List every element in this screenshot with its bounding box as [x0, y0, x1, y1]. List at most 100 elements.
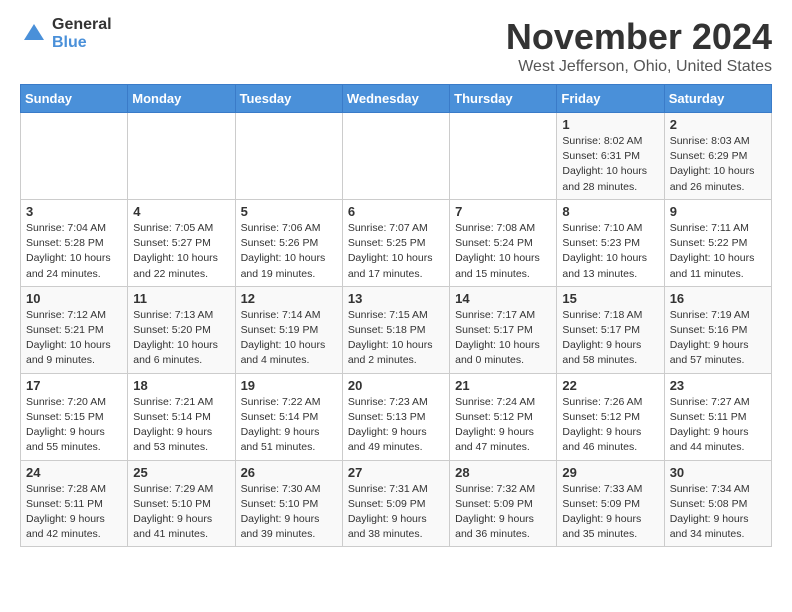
logo-blue-label: Blue	[52, 34, 112, 52]
calendar-cell: 3Sunrise: 7:04 AM Sunset: 5:28 PM Daylig…	[21, 199, 128, 286]
location-title: West Jefferson, Ohio, United States	[506, 58, 772, 76]
day-number: 29	[562, 465, 658, 480]
day-number: 28	[455, 465, 551, 480]
day-info: Sunrise: 7:26 AM Sunset: 5:12 PM Dayligh…	[562, 395, 658, 456]
day-number: 15	[562, 291, 658, 306]
day-header-thursday: Thursday	[450, 85, 557, 113]
day-info: Sunrise: 7:14 AM Sunset: 5:19 PM Dayligh…	[241, 308, 337, 369]
calendar-cell: 8 Sunrise: 7:10 AM Sunset: 5:23 PM Daylig…	[557, 199, 664, 286]
calendar-week-3: 10 Sunrise: 7:12 AM Sunset: 5:21 PM Dayli…	[21, 286, 772, 373]
calendar-cell	[450, 113, 557, 200]
day-number: 9	[670, 204, 766, 219]
calendar-cell: 23Sunrise: 7:27 AM Sunset: 5:11 PM Dayli…	[664, 373, 771, 460]
day-info: Sunrise: 7:33 AM Sunset: 5:09 PM Dayligh…	[562, 482, 658, 543]
day-info: Sunrise: 8:02 AM Sunset: 6:31 PM Dayligh…	[562, 134, 658, 195]
calendar-cell: 12 Sunrise: 7:14 AM Sunset: 5:19 PM Dayli…	[235, 286, 342, 373]
calendar-cell: 6 Sunrise: 7:07 AM Sunset: 5:25 PM Daylig…	[342, 199, 449, 286]
day-number: 17	[26, 378, 122, 393]
day-info: Sunrise: 7:13 AM Sunset: 5:20 PM Dayligh…	[133, 308, 229, 369]
day-info: Sunrise: 7:21 AM Sunset: 5:14 PM Dayligh…	[133, 395, 229, 456]
day-header-wednesday: Wednesday	[342, 85, 449, 113]
day-info: Sunrise: 7:19 AM Sunset: 5:16 PM Dayligh…	[670, 308, 766, 369]
calendar-week-5: 24 Sunrise: 7:28 AM Sunset: 5:11 PM Dayli…	[21, 460, 772, 547]
calendar-cell: 11 Sunrise: 7:13 AM Sunset: 5:20 PM Dayli…	[128, 286, 235, 373]
day-number: 16	[670, 291, 766, 306]
day-info: Sunrise: 7:34 AM Sunset: 5:08 PM Dayligh…	[670, 482, 766, 543]
day-info: Sunrise: 7:23 AM Sunset: 5:13 PM Dayligh…	[348, 395, 444, 456]
day-header-tuesday: Tuesday	[235, 85, 342, 113]
calendar-cell	[235, 113, 342, 200]
calendar-cell: 24 Sunrise: 7:28 AM Sunset: 5:11 PM Dayli…	[21, 460, 128, 547]
calendar-cell: 21 Sunrise: 7:24 AM Sunset: 5:12 PM Dayli…	[450, 373, 557, 460]
day-header-monday: Monday	[128, 85, 235, 113]
calendar-cell: 29 Sunrise: 7:33 AM Sunset: 5:09 PM Dayli…	[557, 460, 664, 547]
calendar-cell: 1 Sunrise: 8:02 AM Sunset: 6:31 PM Daylig…	[557, 113, 664, 200]
calendar-cell: 22 Sunrise: 7:26 AM Sunset: 5:12 PM Dayli…	[557, 373, 664, 460]
day-number: 19	[241, 378, 337, 393]
day-number: 26	[241, 465, 337, 480]
calendar-cell: 14 Sunrise: 7:17 AM Sunset: 5:17 PM Dayli…	[450, 286, 557, 373]
calendar-cell	[21, 113, 128, 200]
day-info: Sunrise: 7:11 AM Sunset: 5:22 PM Dayligh…	[670, 221, 766, 282]
day-number: 11	[133, 291, 229, 306]
calendar-cell: 10 Sunrise: 7:12 AM Sunset: 5:21 PM Dayli…	[21, 286, 128, 373]
month-title: November 2024	[506, 16, 772, 58]
day-number: 23	[670, 378, 766, 393]
day-number: 20	[348, 378, 444, 393]
calendar-cell: 2Sunrise: 8:03 AM Sunset: 6:29 PM Daylig…	[664, 113, 771, 200]
logo-general-label: General	[52, 16, 112, 34]
title-section: November 2024 West Jefferson, Ohio, Unit…	[506, 16, 772, 76]
day-number: 22	[562, 378, 658, 393]
day-info: Sunrise: 7:20 AM Sunset: 5:15 PM Dayligh…	[26, 395, 122, 456]
day-header-saturday: Saturday	[664, 85, 771, 113]
calendar-cell: 15 Sunrise: 7:18 AM Sunset: 5:17 PM Dayli…	[557, 286, 664, 373]
day-info: Sunrise: 7:08 AM Sunset: 5:24 PM Dayligh…	[455, 221, 551, 282]
logo-icon	[20, 20, 48, 48]
page-header: General Blue November 2024 West Jefferso…	[20, 16, 772, 76]
day-info: Sunrise: 7:18 AM Sunset: 5:17 PM Dayligh…	[562, 308, 658, 369]
calendar-cell	[342, 113, 449, 200]
day-number: 14	[455, 291, 551, 306]
calendar-cell: 17 Sunrise: 7:20 AM Sunset: 5:15 PM Dayli…	[21, 373, 128, 460]
calendar-week-4: 17 Sunrise: 7:20 AM Sunset: 5:15 PM Dayli…	[21, 373, 772, 460]
day-number: 10	[26, 291, 122, 306]
day-info: Sunrise: 7:15 AM Sunset: 5:18 PM Dayligh…	[348, 308, 444, 369]
day-header-friday: Friday	[557, 85, 664, 113]
logo-text: General Blue	[52, 16, 112, 51]
calendar-cell: 18Sunrise: 7:21 AM Sunset: 5:14 PM Dayli…	[128, 373, 235, 460]
day-info: Sunrise: 7:28 AM Sunset: 5:11 PM Dayligh…	[26, 482, 122, 543]
day-number: 27	[348, 465, 444, 480]
calendar-header-row: SundayMondayTuesdayWednesdayThursdayFrid…	[21, 85, 772, 113]
day-info: Sunrise: 7:10 AM Sunset: 5:23 PM Dayligh…	[562, 221, 658, 282]
day-number: 4	[133, 204, 229, 219]
calendar-week-2: 3Sunrise: 7:04 AM Sunset: 5:28 PM Daylig…	[21, 199, 772, 286]
calendar-cell: 26Sunrise: 7:30 AM Sunset: 5:10 PM Dayli…	[235, 460, 342, 547]
day-info: Sunrise: 7:05 AM Sunset: 5:27 PM Dayligh…	[133, 221, 229, 282]
day-number: 12	[241, 291, 337, 306]
day-number: 2	[670, 117, 766, 132]
logo: General Blue	[20, 16, 112, 51]
day-number: 21	[455, 378, 551, 393]
day-number: 1	[562, 117, 658, 132]
day-info: Sunrise: 7:07 AM Sunset: 5:25 PM Dayligh…	[348, 221, 444, 282]
day-info: Sunrise: 7:32 AM Sunset: 5:09 PM Dayligh…	[455, 482, 551, 543]
day-info: Sunrise: 7:24 AM Sunset: 5:12 PM Dayligh…	[455, 395, 551, 456]
calendar-cell: 27 Sunrise: 7:31 AM Sunset: 5:09 PM Dayli…	[342, 460, 449, 547]
day-info: Sunrise: 7:04 AM Sunset: 5:28 PM Dayligh…	[26, 221, 122, 282]
day-number: 30	[670, 465, 766, 480]
calendar-cell: 30 Sunrise: 7:34 AM Sunset: 5:08 PM Dayli…	[664, 460, 771, 547]
day-number: 5	[241, 204, 337, 219]
day-number: 24	[26, 465, 122, 480]
calendar-cell: 20 Sunrise: 7:23 AM Sunset: 5:13 PM Dayli…	[342, 373, 449, 460]
calendar-cell: 16 Sunrise: 7:19 AM Sunset: 5:16 PM Dayli…	[664, 286, 771, 373]
day-number: 13	[348, 291, 444, 306]
day-header-sunday: Sunday	[21, 85, 128, 113]
day-info: Sunrise: 7:17 AM Sunset: 5:17 PM Dayligh…	[455, 308, 551, 369]
day-info: Sunrise: 7:22 AM Sunset: 5:14 PM Dayligh…	[241, 395, 337, 456]
day-number: 6	[348, 204, 444, 219]
day-info: Sunrise: 7:31 AM Sunset: 5:09 PM Dayligh…	[348, 482, 444, 543]
day-info: Sunrise: 7:29 AM Sunset: 5:10 PM Dayligh…	[133, 482, 229, 543]
day-number: 8	[562, 204, 658, 219]
day-info: Sunrise: 7:06 AM Sunset: 5:26 PM Dayligh…	[241, 221, 337, 282]
day-info: Sunrise: 7:12 AM Sunset: 5:21 PM Dayligh…	[26, 308, 122, 369]
